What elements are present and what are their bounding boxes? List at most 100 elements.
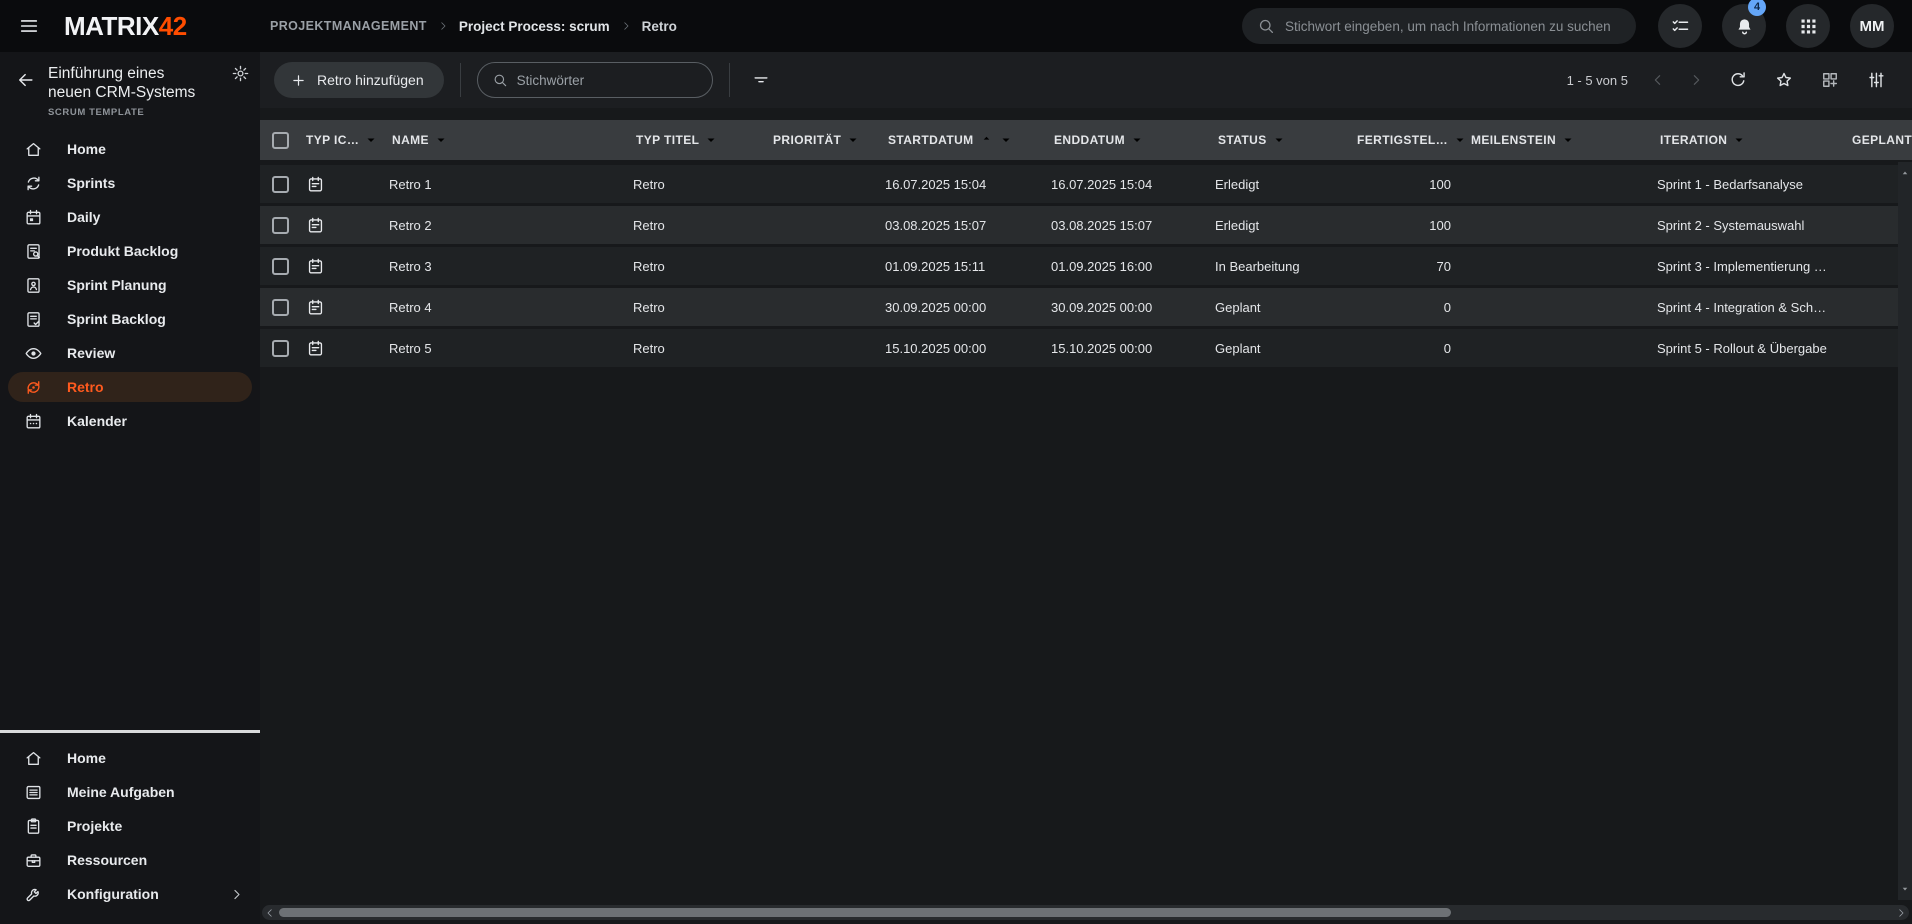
cell-fertigstellung: 0 xyxy=(1351,329,1465,367)
column-header-enddatum[interactable]: ENDDATUM xyxy=(1048,120,1212,160)
sidebar-item-kalender[interactable]: Kalender xyxy=(0,404,260,438)
filter-button[interactable] xyxy=(746,65,776,95)
column-label: FERTIGSTEL… xyxy=(1357,133,1448,147)
row-checkbox[interactable] xyxy=(272,340,289,357)
scroll-right-icon[interactable] xyxy=(1895,907,1907,919)
project-subtitle: SCRUM TEMPLATE xyxy=(48,107,230,118)
sidebar-item-sprint-planung[interactable]: Sprint Planung xyxy=(0,268,260,302)
column-header-prioritaet[interactable]: PRIORITÄT xyxy=(767,120,882,160)
app-window: MATRIX42 PROJEKTMANAGEMENT Project Proce… xyxy=(0,0,1912,924)
project-title: Einführung eines neuen CRM-Systems xyxy=(48,64,230,102)
event-note-icon xyxy=(306,339,325,358)
scroll-up-icon[interactable] xyxy=(1900,168,1910,178)
column-header-typ_icon[interactable]: TYP IC… xyxy=(300,120,386,160)
refresh-button[interactable] xyxy=(1722,64,1754,96)
breadcrumb-middle[interactable]: Project Process: scrum xyxy=(459,19,610,34)
sidebar-item-sprint-backlog[interactable]: Sprint Backlog xyxy=(0,302,260,336)
gear-icon[interactable] xyxy=(231,64,250,83)
sidebar-item-projekte[interactable]: Projekte xyxy=(0,809,260,843)
add-retro-button[interactable]: Retro hinzufügen xyxy=(274,62,444,98)
column-label: GEPLANTE xyxy=(1852,133,1912,147)
wrench-icon xyxy=(24,885,43,904)
apps-grid-icon xyxy=(1798,16,1819,37)
menu-icon[interactable] xyxy=(18,15,40,37)
table-row[interactable]: Retro 3Retro01.09.2025 15:1101.09.2025 1… xyxy=(260,247,1912,288)
sidebar-item-home[interactable]: Home xyxy=(0,132,260,166)
column-header-name[interactable]: NAME xyxy=(386,120,630,160)
event-note-icon xyxy=(306,298,325,317)
scroll-down-icon[interactable] xyxy=(1900,884,1910,894)
doc-person-icon xyxy=(24,276,43,295)
sidebar-item-produkt-backlog[interactable]: Produkt Backlog xyxy=(0,234,260,268)
plus-icon xyxy=(290,72,307,89)
chevron-right-icon[interactable] xyxy=(229,887,244,902)
sidebar-bottom: HomeMeine AufgabenProjekte Ressourcen Konf… xyxy=(0,730,260,924)
row-checkbox[interactable] xyxy=(272,217,289,234)
global-search-input[interactable] xyxy=(1285,19,1621,34)
cell-fertigstellung: 70 xyxy=(1351,247,1465,285)
horizontal-scrollbar[interactable] xyxy=(262,905,1909,920)
layout-button[interactable] xyxy=(1814,64,1846,96)
column-header-meilenstein[interactable]: MEILENSTEIN xyxy=(1465,120,1654,160)
keyword-search[interactable] xyxy=(477,62,713,98)
user-avatar[interactable]: MM xyxy=(1850,4,1894,48)
cell-name: Retro 4 xyxy=(386,288,630,326)
column-header-iteration[interactable]: ITERATION xyxy=(1654,120,1846,160)
back-arrow-icon[interactable] xyxy=(16,70,36,90)
apps-button[interactable] xyxy=(1786,4,1830,48)
table-row[interactable]: Retro 1Retro16.07.2025 15:0416.07.2025 1… xyxy=(260,165,1912,206)
cell-startdatum: 15.10.2025 00:00 xyxy=(882,329,1048,367)
row-checkbox[interactable] xyxy=(272,299,289,316)
settings-button[interactable] xyxy=(1860,64,1892,96)
row-checkbox[interactable] xyxy=(272,258,289,275)
sidebar-item-konfiguration[interactable]: Konfiguration xyxy=(0,877,260,911)
select-all-checkbox[interactable] xyxy=(272,132,289,149)
keyword-search-input[interactable] xyxy=(517,73,698,88)
cell-name: Retro 5 xyxy=(386,329,630,367)
column-header-fertigstellung[interactable]: FERTIGSTEL… xyxy=(1351,120,1465,160)
cell-meilenstein xyxy=(1465,329,1654,367)
event-note-icon xyxy=(306,216,325,235)
cell-meilenstein xyxy=(1465,288,1654,326)
horizontal-scroll-thumb[interactable] xyxy=(279,908,1451,917)
table-row[interactable]: Retro 4Retro30.09.2025 00:0030.09.2025 0… xyxy=(260,288,1912,329)
sidebar-item-label: Ressourcen xyxy=(67,852,147,868)
row-checkbox[interactable] xyxy=(272,176,289,193)
vertical-scrollbar[interactable] xyxy=(1898,162,1912,900)
table-body: Retro 1Retro16.07.2025 15:0416.07.2025 1… xyxy=(260,160,1912,370)
tasks-button[interactable] xyxy=(1658,4,1702,48)
sidebar-item-retro[interactable]: Retro xyxy=(8,372,252,402)
column-menu-icon xyxy=(1732,133,1746,147)
scroll-left-icon[interactable] xyxy=(264,907,276,919)
sort-ascending-icon xyxy=(979,133,994,148)
table-row[interactable]: Retro 2Retro03.08.2025 15:0703.08.2025 1… xyxy=(260,206,1912,247)
sidebar-item-label: Sprints xyxy=(67,175,115,191)
next-page-button[interactable] xyxy=(1684,68,1708,92)
sidebar-item-meine-aufgaben[interactable]: Meine Aufgaben xyxy=(0,775,260,809)
prev-page-button[interactable] xyxy=(1646,68,1670,92)
sidebar-item-label: Produkt Backlog xyxy=(67,243,178,259)
cell-name: Retro 3 xyxy=(386,247,630,285)
breadcrumb-root[interactable]: PROJEKTMANAGEMENT xyxy=(270,19,427,33)
column-header-typ_titel[interactable]: TYP TITEL xyxy=(630,120,767,160)
sidebar-item-ressourcen[interactable]: Ressourcen xyxy=(0,843,260,877)
main-content: Retro hinzufügen 1 - 5 von 5 TYP IC…NA xyxy=(260,52,1912,924)
doc-search-icon xyxy=(24,242,43,261)
cell-status: Geplant xyxy=(1212,329,1351,367)
notifications-button[interactable]: 4 xyxy=(1722,4,1766,48)
column-menu-icon xyxy=(846,133,860,147)
global-search[interactable] xyxy=(1242,8,1636,44)
sidebar-item-label: Daily xyxy=(67,209,100,225)
table-row[interactable]: Retro 5Retro15.10.2025 00:0015.10.2025 0… xyxy=(260,329,1912,370)
sidebar-item-review[interactable]: Review xyxy=(0,336,260,370)
column-header-status[interactable]: STATUS xyxy=(1212,120,1351,160)
column-header-startdatum[interactable]: STARTDATUM xyxy=(882,120,1048,160)
breadcrumb-separator-icon xyxy=(437,20,449,32)
cell-fertigstellung: 100 xyxy=(1351,206,1465,244)
column-header-geplante[interactable]: GEPLANTE xyxy=(1846,120,1912,160)
sidebar-item-label: Sprint Backlog xyxy=(67,311,166,327)
favorite-button[interactable] xyxy=(1768,64,1800,96)
sidebar-item-daily[interactable]: Daily xyxy=(0,200,260,234)
sidebar-item-home[interactable]: Home xyxy=(0,741,260,775)
sidebar-item-sprints[interactable]: Sprints xyxy=(0,166,260,200)
